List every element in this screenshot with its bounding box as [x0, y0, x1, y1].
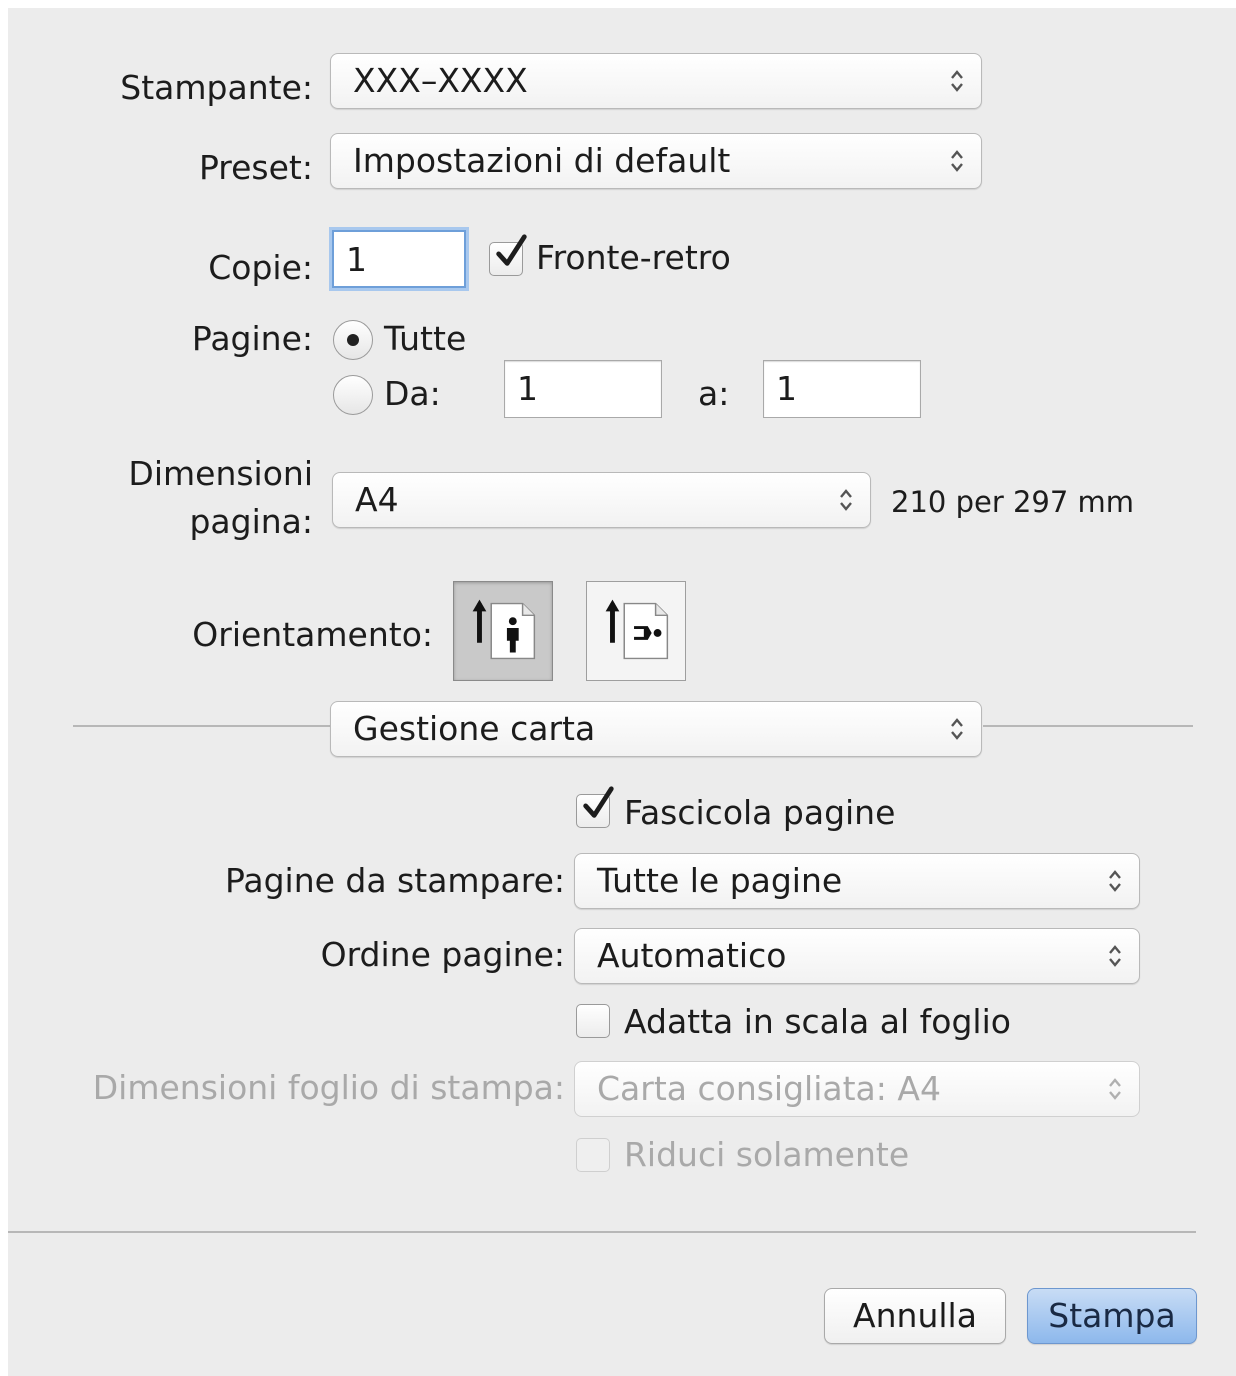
printer-popup[interactable]: XXX–XXXX: [330, 53, 982, 109]
up-down-chevron-icon: [951, 150, 963, 172]
pages-all-label: Tutte: [384, 319, 467, 358]
checkmark-icon: [583, 786, 614, 818]
pages-to-print-label: Pagine da stampare:: [224, 861, 565, 900]
dest-paper-size-label: Dimensioni foglio di stampa:: [92, 1068, 565, 1107]
preset-popup[interactable]: Impostazioni di default: [330, 133, 982, 189]
paper-size-value: A4: [355, 480, 399, 519]
landscape-orientation-icon: [605, 599, 669, 660]
up-down-chevron-icon: [1109, 1078, 1121, 1100]
scale-down-only-label: Riduci solamente: [624, 1135, 910, 1174]
print-button[interactable]: Stampa: [1027, 1288, 1197, 1344]
up-down-chevron-icon: [1109, 945, 1121, 967]
section-divider-right: [983, 725, 1193, 727]
paper-size-dimensions: 210 per 297 mm: [891, 485, 1135, 519]
printer-label: Stampante:: [120, 68, 313, 107]
collate-label: Fascicola pagine: [624, 793, 896, 832]
scale-down-only-checkbox[interactable]: [576, 1138, 610, 1172]
pages-to-label: a:: [698, 374, 730, 413]
pages-to-print-popup[interactable]: Tutte le pagine: [574, 853, 1140, 909]
orientation-label: Orientamento:: [192, 615, 433, 654]
orientation-landscape-button[interactable]: [586, 581, 686, 681]
scale-to-fit-label: Adatta in scala al foglio: [624, 1002, 1011, 1041]
up-down-chevron-icon: [951, 70, 963, 92]
orientation-portrait-button[interactable]: [453, 581, 553, 681]
paper-size-label-line1: Dimensioni: [128, 454, 313, 493]
copies-field[interactable]: 1: [332, 230, 466, 288]
pages-from-field[interactable]: 1: [504, 360, 662, 418]
paper-size-label-line2: pagina:: [189, 502, 313, 541]
cancel-button[interactable]: Annulla: [824, 1288, 1006, 1344]
up-down-chevron-icon: [840, 489, 852, 511]
portrait-orientation-icon: [472, 599, 536, 660]
pages-to-field[interactable]: 1: [763, 360, 921, 418]
copies-label: Copie:: [208, 248, 313, 287]
printer-value: XXX–XXXX: [353, 61, 528, 100]
page-order-label: Ordine pagine:: [320, 935, 565, 974]
scale-to-fit-checkbox[interactable]: [576, 1004, 610, 1038]
pages-label: Pagine:: [191, 319, 313, 358]
up-down-chevron-icon: [951, 718, 963, 740]
pages-from-radio[interactable]: [333, 375, 373, 415]
page-order-popup[interactable]: Automatico: [574, 928, 1140, 984]
paper-size-popup[interactable]: A4: [332, 472, 871, 528]
collate-checkbox[interactable]: [576, 786, 614, 828]
dest-paper-size-value: Carta consigliata: A4: [597, 1069, 941, 1108]
radio-selected-dot: [347, 334, 359, 346]
pages-from-label: Da:: [384, 374, 441, 413]
section-popup-value: Gestione carta: [353, 709, 596, 748]
preset-value: Impostazioni di default: [353, 141, 731, 180]
duplex-label: Fronte-retro: [536, 238, 731, 277]
print-dialog: Stampante: XXX–XXXX Preset: Impostazioni…: [8, 8, 1236, 1376]
pages-to-print-value: Tutte le pagine: [597, 861, 843, 900]
duplex-checkbox[interactable]: [489, 234, 527, 276]
checkmark-icon: [496, 234, 527, 266]
footer-divider: [8, 1231, 1196, 1233]
preset-label: Preset:: [198, 148, 313, 187]
pages-all-radio[interactable]: [333, 320, 373, 360]
page-order-value: Automatico: [597, 936, 787, 975]
section-divider-left: [73, 725, 333, 727]
section-popup[interactable]: Gestione carta: [330, 701, 982, 757]
up-down-chevron-icon: [1109, 870, 1121, 892]
dest-paper-size-popup[interactable]: Carta consigliata: A4: [574, 1061, 1140, 1117]
